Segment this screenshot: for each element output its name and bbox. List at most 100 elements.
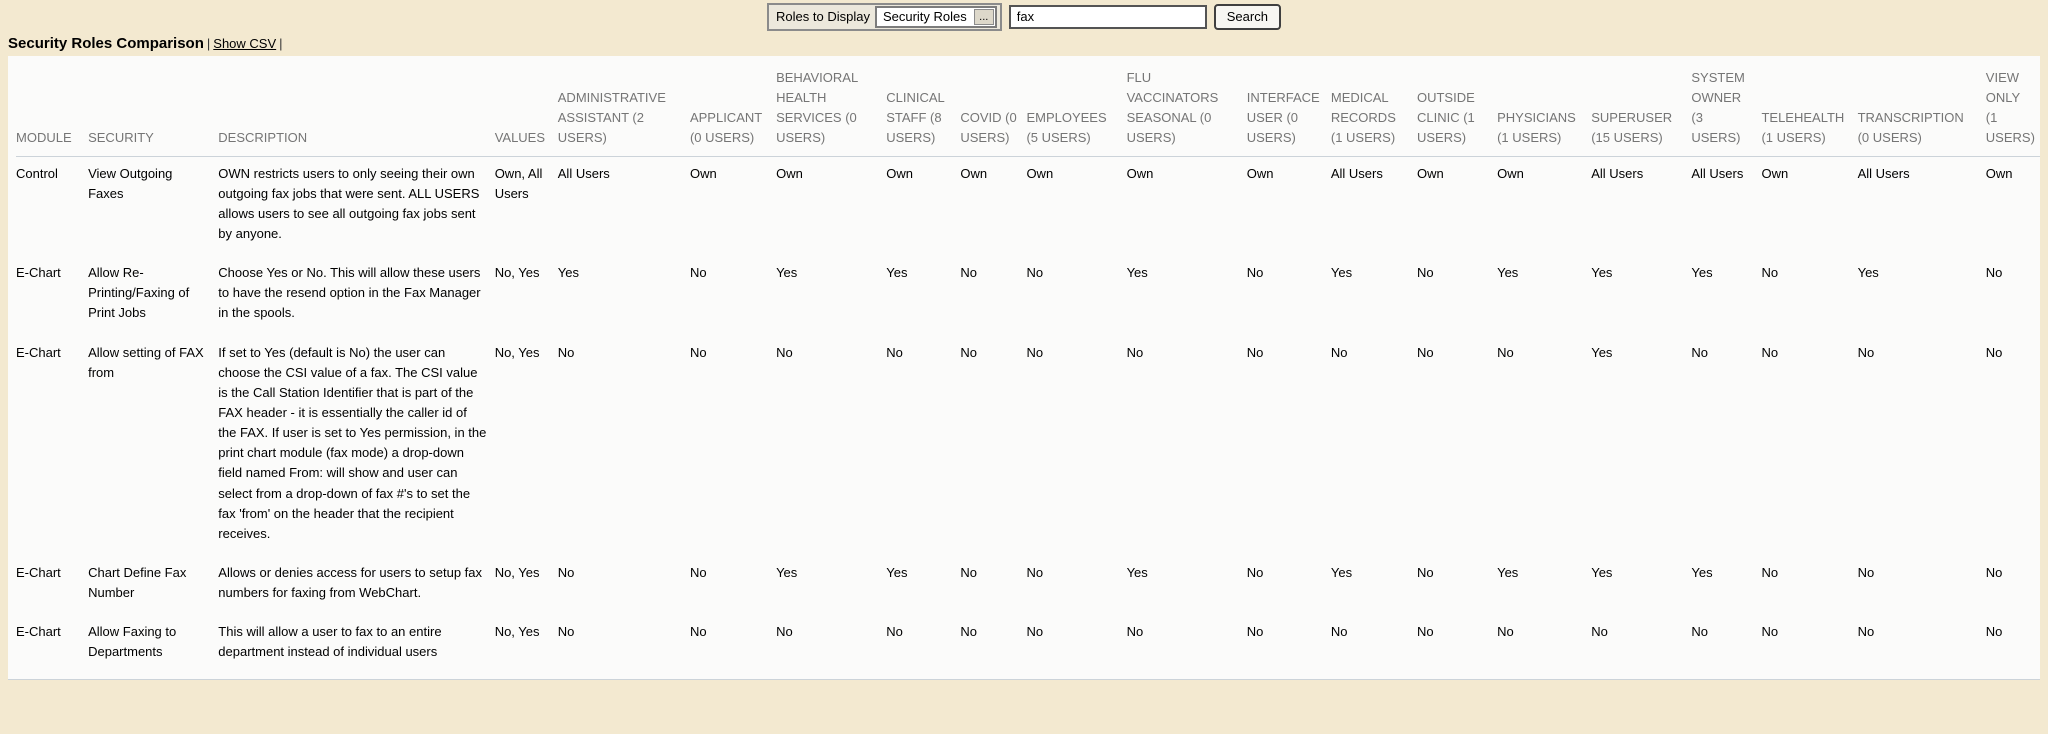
- cell: Own: [1986, 156, 2040, 256]
- roles-to-display-label: Roles to Display: [776, 9, 870, 24]
- cell: Own: [960, 156, 1026, 256]
- cell: Yes: [1497, 256, 1591, 335]
- cell: No: [1986, 256, 2040, 335]
- cell: No: [1986, 336, 2040, 556]
- cell: Chart Define Fax Number: [88, 556, 218, 615]
- cell: No: [776, 615, 886, 674]
- cell: All Users: [1591, 156, 1691, 256]
- cell: No: [690, 336, 776, 556]
- cell: No: [1026, 615, 1126, 674]
- cell: No, Yes: [495, 556, 558, 615]
- search-button[interactable]: Search: [1214, 4, 1281, 30]
- cell: No, Yes: [495, 615, 558, 674]
- cell: No, Yes: [495, 336, 558, 556]
- cell: No: [1127, 615, 1247, 674]
- cell: No: [1247, 336, 1331, 556]
- roles-more-button[interactable]: ...: [974, 9, 994, 25]
- table-row: ControlView Outgoing FaxesOWN restricts …: [16, 156, 2040, 256]
- cell: No: [1761, 556, 1857, 615]
- roles-select-value: Security Roles: [877, 9, 973, 24]
- cell: E-Chart: [16, 336, 88, 556]
- cell: No: [1858, 615, 1986, 674]
- cell: Yes: [776, 256, 886, 335]
- roles-table: MODULESECURITYDESCRIPTIONVALUESADMINISTR…: [16, 62, 2040, 675]
- cell: No: [960, 556, 1026, 615]
- cell: No: [1986, 615, 2040, 674]
- title-row: Security Roles Comparison|Show CSV|: [0, 32, 2048, 56]
- cell: No: [1417, 336, 1497, 556]
- column-header: COVID (0 USERS): [960, 62, 1026, 156]
- cell: Own: [1127, 156, 1247, 256]
- cell: All Users: [558, 156, 690, 256]
- cell: No: [960, 256, 1026, 335]
- cell: Allow setting of FAX from: [88, 336, 218, 556]
- cell: No: [1858, 556, 1986, 615]
- cell: No: [1331, 615, 1417, 674]
- cell: No: [690, 556, 776, 615]
- cell: E-Chart: [16, 556, 88, 615]
- cell: No: [1761, 615, 1857, 674]
- show-csv-link[interactable]: Show CSV: [213, 36, 276, 51]
- column-header: TELEHEALTH (1 USERS): [1761, 62, 1857, 156]
- cell: No: [1986, 556, 2040, 615]
- cell: Yes: [1591, 556, 1691, 615]
- cell: E-Chart: [16, 256, 88, 335]
- cell: Own: [1497, 156, 1591, 256]
- cell: No: [558, 336, 690, 556]
- cell: Allow Re-Printing/Faxing of Print Jobs: [88, 256, 218, 335]
- cell: E-Chart: [16, 615, 88, 674]
- cell: No: [776, 336, 886, 556]
- column-header: ADMINISTRATIVE ASSISTANT (2 USERS): [558, 62, 690, 156]
- cell: Yes: [558, 256, 690, 335]
- cell: No: [1858, 336, 1986, 556]
- table-header-row: MODULESECURITYDESCRIPTIONVALUESADMINISTR…: [16, 62, 2040, 156]
- column-header: DESCRIPTION: [218, 62, 494, 156]
- cell: No: [1497, 336, 1591, 556]
- column-header: PHYSICIANS (1 USERS): [1497, 62, 1591, 156]
- cell: Own: [1026, 156, 1126, 256]
- cell: Own: [690, 156, 776, 256]
- column-header: BEHAVIORAL HEALTH SERVICES (0 USERS): [776, 62, 886, 156]
- column-header: MEDICAL RECORDS (1 USERS): [1331, 62, 1417, 156]
- table-row: E-ChartAllow setting of FAX fromIf set t…: [16, 336, 2040, 556]
- cell: Control: [16, 156, 88, 256]
- cell: Own: [886, 156, 960, 256]
- page: Roles to Display Security Roles ... Sear…: [0, 0, 2048, 680]
- cell: Yes: [1331, 556, 1417, 615]
- table-container: MODULESECURITYDESCRIPTIONVALUESADMINISTR…: [8, 56, 2040, 680]
- cell: Choose Yes or No. This will allow these …: [218, 256, 494, 335]
- cell: All Users: [1858, 156, 1986, 256]
- separator: |: [204, 36, 213, 51]
- cell: No: [1127, 336, 1247, 556]
- search-input[interactable]: [1009, 5, 1207, 29]
- cell: No: [1247, 556, 1331, 615]
- cell: No: [558, 615, 690, 674]
- cell: No: [690, 615, 776, 674]
- table-row: E-ChartAllow Re-Printing/Faxing of Print…: [16, 256, 2040, 335]
- cell: All Users: [1691, 156, 1761, 256]
- separator: |: [276, 36, 285, 51]
- cell: Own: [1247, 156, 1331, 256]
- column-header: CLINICAL STAFF (8 USERS): [886, 62, 960, 156]
- cell: No: [960, 336, 1026, 556]
- cell: Yes: [1331, 256, 1417, 335]
- cell: Yes: [1127, 556, 1247, 615]
- table-row: E-ChartChart Define Fax NumberAllows or …: [16, 556, 2040, 615]
- cell: No: [1247, 615, 1331, 674]
- column-header: APPLICANT (0 USERS): [690, 62, 776, 156]
- cell: Yes: [1127, 256, 1247, 335]
- roles-select[interactable]: Security Roles ...: [875, 6, 997, 28]
- cell: No: [1331, 336, 1417, 556]
- cell: No: [558, 556, 690, 615]
- cell: No: [1761, 336, 1857, 556]
- cell: No: [1761, 256, 1857, 335]
- cell: No: [1417, 556, 1497, 615]
- column-header: SECURITY: [88, 62, 218, 156]
- column-header: FLU VACCINATORS SEASONAL (0 USERS): [1127, 62, 1247, 156]
- cell: Yes: [1591, 256, 1691, 335]
- cell: Yes: [1591, 336, 1691, 556]
- cell: View Outgoing Faxes: [88, 156, 218, 256]
- cell: Yes: [886, 256, 960, 335]
- cell: OWN restricts users to only seeing their…: [218, 156, 494, 256]
- column-header: TRANSCRIPTION (0 USERS): [1858, 62, 1986, 156]
